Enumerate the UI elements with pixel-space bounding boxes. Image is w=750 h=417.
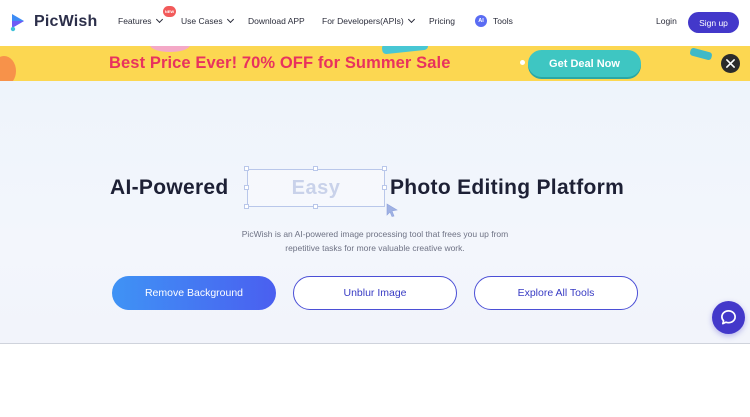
nav-use-cases-label: Use Cases bbox=[181, 16, 223, 26]
resize-handle bbox=[382, 166, 387, 171]
chat-icon bbox=[721, 310, 736, 325]
unblur-image-button[interactable]: Unblur Image bbox=[293, 276, 457, 310]
hero-section: AI-Powered Easy Photo Editing Platform P… bbox=[0, 81, 750, 344]
resize-handle bbox=[244, 166, 249, 171]
promo-banner[interactable]: Best Price Ever! 70% OFF for Summer Sale… bbox=[0, 46, 750, 81]
resize-handle bbox=[382, 185, 387, 190]
resize-handle bbox=[313, 166, 318, 171]
chat-support-button[interactable] bbox=[712, 301, 745, 334]
get-deal-button[interactable]: Get Deal Now bbox=[528, 50, 641, 77]
nav-features[interactable]: Features bbox=[118, 15, 163, 26]
signup-button[interactable]: Sign up bbox=[688, 12, 739, 33]
nav-features-label: Features bbox=[118, 16, 152, 26]
explore-all-tools-button[interactable]: Explore All Tools bbox=[474, 276, 638, 310]
nav-pricing[interactable]: Pricing bbox=[429, 16, 455, 26]
chevron-down-icon bbox=[155, 15, 163, 24]
highlight-word-box: Easy bbox=[247, 169, 385, 207]
nav-download-app[interactable]: Download APP bbox=[248, 16, 305, 26]
banner-decoration bbox=[0, 56, 16, 81]
remove-background-button[interactable]: Remove Background bbox=[112, 276, 276, 310]
hero-subtitle: PicWish is an AI-powered image processin… bbox=[0, 227, 750, 255]
banner-decoration bbox=[520, 60, 525, 65]
brand-name: PicWish bbox=[34, 13, 98, 30]
hero-title-left: AI-Powered bbox=[110, 176, 229, 199]
hero-subtitle-line: PicWish is an AI-powered image processin… bbox=[241, 229, 509, 239]
banner-decoration bbox=[150, 46, 190, 52]
resize-handle bbox=[244, 204, 249, 209]
picwish-logo-icon bbox=[10, 14, 24, 32]
banner-decoration bbox=[689, 47, 713, 61]
chevron-down-icon bbox=[407, 15, 415, 24]
login-link[interactable]: Login bbox=[656, 16, 677, 26]
hero-title-right: Photo Editing Platform bbox=[390, 176, 625, 199]
promo-text: Best Price Ever! 70% OFF for Summer Sale bbox=[109, 54, 451, 72]
ai-badge: AI bbox=[475, 15, 487, 27]
close-icon bbox=[726, 59, 735, 68]
nav-pricing-label: Pricing bbox=[429, 16, 455, 26]
resize-handle bbox=[244, 185, 249, 190]
chevron-down-icon bbox=[226, 15, 234, 24]
nav-developers[interactable]: For Developers(APIs) bbox=[322, 15, 415, 26]
close-banner-button[interactable] bbox=[721, 54, 740, 73]
top-navigation: PicWish Features NEW Use Cases Download … bbox=[0, 0, 750, 46]
hero-subtitle-line: repetitive tasks for more valuable creat… bbox=[285, 243, 465, 253]
hero-title-highlight: Easy bbox=[291, 176, 341, 199]
resize-handle bbox=[313, 204, 318, 209]
cursor-icon bbox=[386, 203, 398, 217]
nav-developers-label: For Developers(APIs) bbox=[322, 16, 404, 26]
nav-tools[interactable]: AI Tools bbox=[475, 15, 513, 27]
nav-tools-label: Tools bbox=[493, 16, 513, 26]
nav-use-cases[interactable]: Use Cases bbox=[181, 15, 234, 26]
new-badge: NEW bbox=[163, 6, 176, 17]
nav-download-app-label: Download APP bbox=[248, 16, 305, 26]
brand-logo[interactable]: PicWish bbox=[8, 12, 98, 32]
